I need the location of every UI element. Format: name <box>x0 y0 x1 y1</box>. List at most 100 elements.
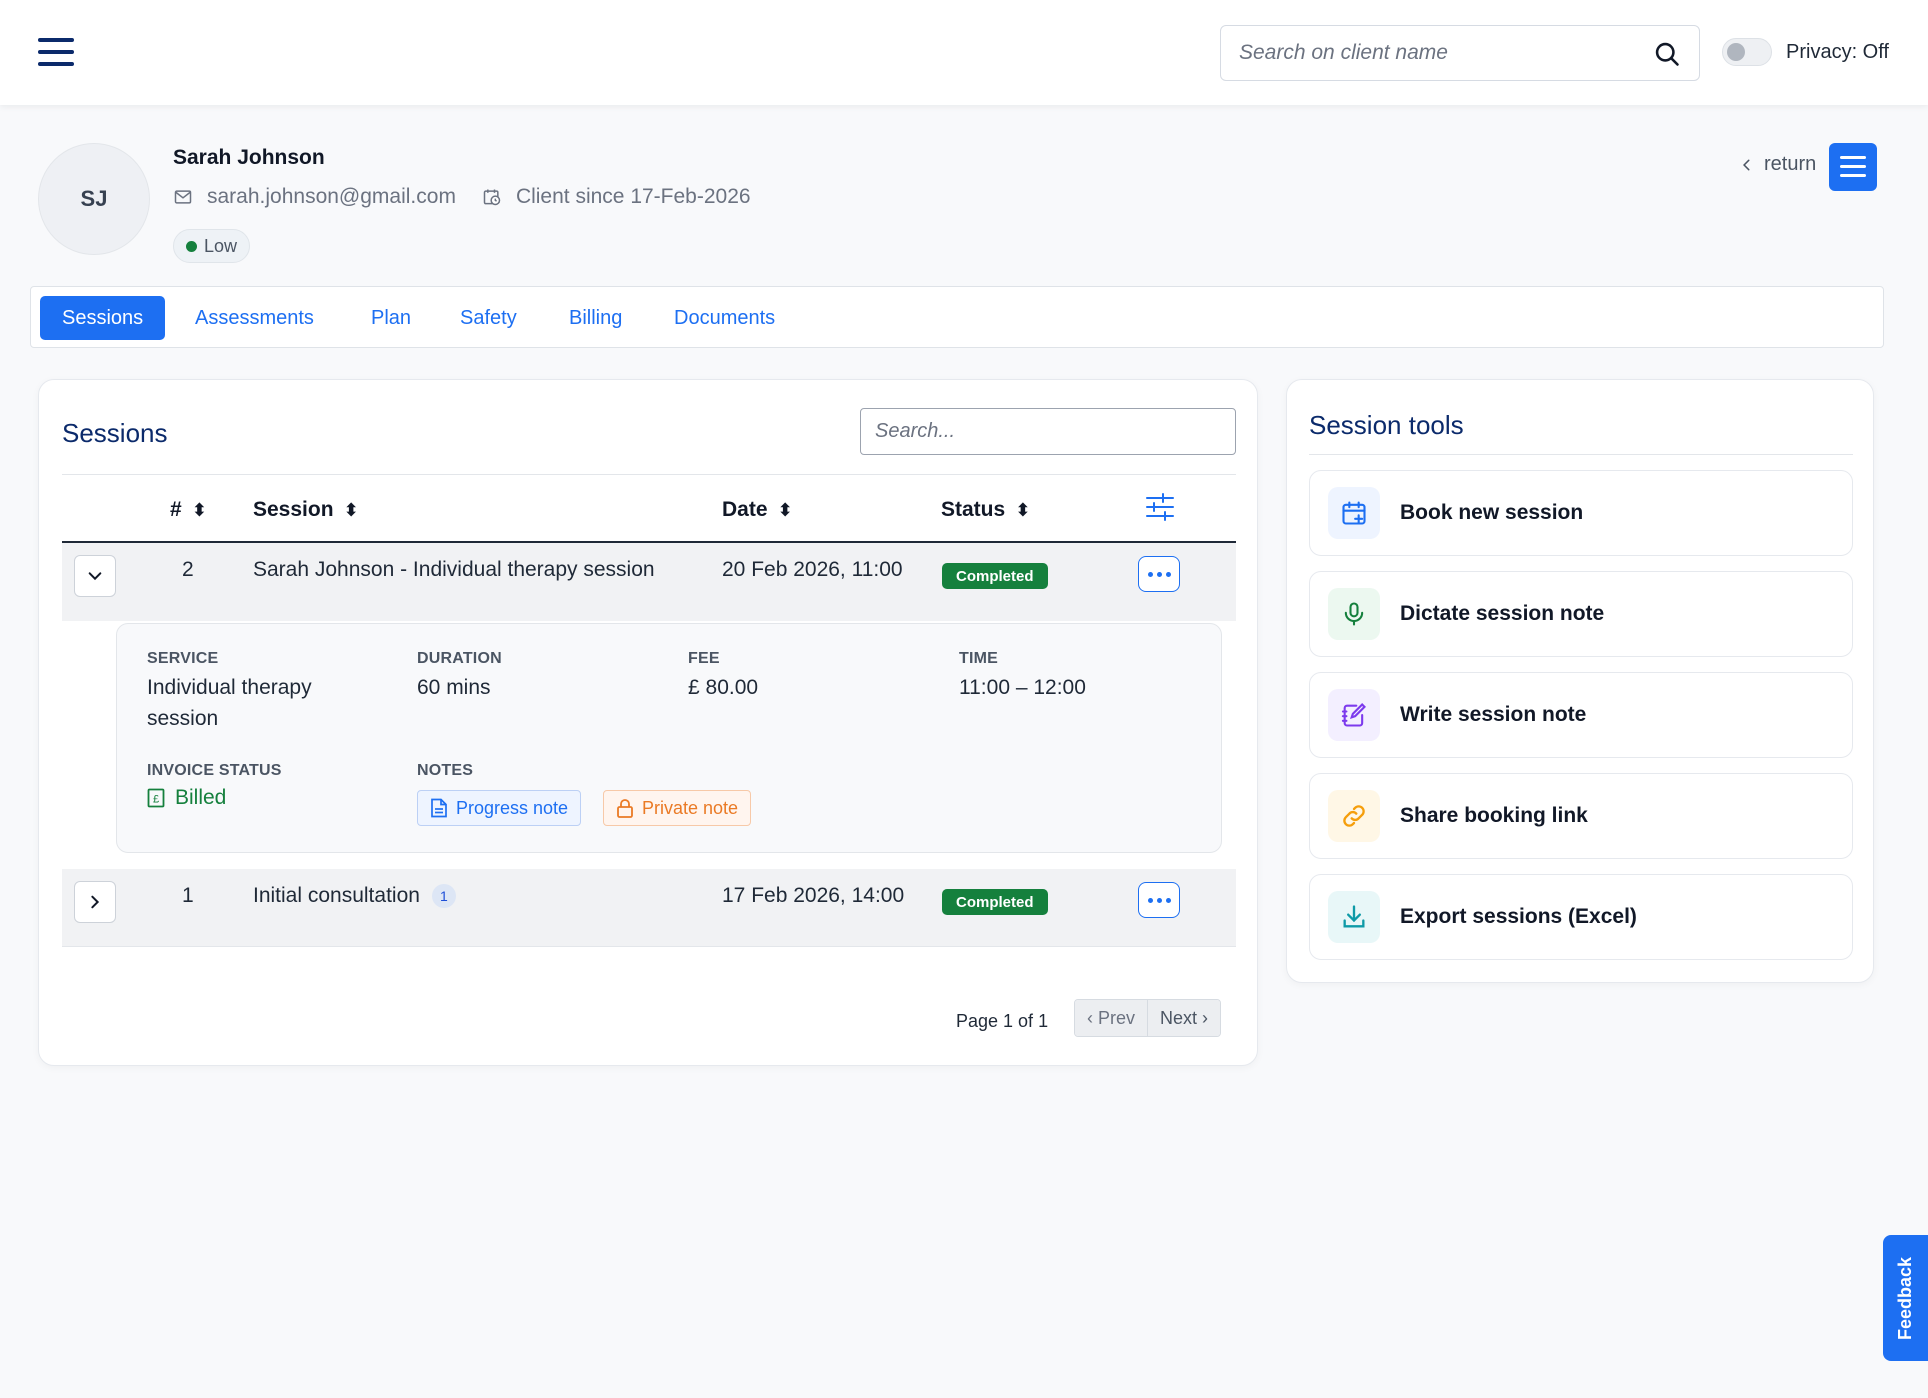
calendar-clock-icon <box>483 189 501 206</box>
sort-icon: ⬍ <box>191 499 207 520</box>
client-tabs: Sessions Assessments Plan Safety Billing… <box>30 286 1884 348</box>
sessions-title: Sessions <box>62 418 168 448</box>
sessions-search-box <box>860 408 1236 455</box>
tab-billing[interactable]: Billing <box>569 296 622 340</box>
invoice-status-value: Billed <box>175 786 227 809</box>
collapse-row-button[interactable] <box>74 555 116 597</box>
download-icon <box>1328 891 1380 943</box>
tool-label: Dictate session note <box>1400 602 1605 625</box>
table-row[interactable]: 2 Sarah Johnson - Individual therapy ses… <box>62 543 1236 621</box>
column-header-label: Status <box>941 498 1006 521</box>
session-number: 2 <box>182 558 194 581</box>
chevron-down-icon <box>88 572 102 581</box>
session-detail-panel: SERVICE Individual therapy session DURAT… <box>116 623 1222 853</box>
privacy-toggle[interactable] <box>1722 38 1772 66</box>
progress-note-label: Progress note <box>456 797 569 818</box>
hamburger-menu-icon[interactable] <box>38 38 74 66</box>
time-label: TIME <box>959 650 999 667</box>
status-badge: Completed <box>942 563 1048 589</box>
sessions-card: Sessions #⬍ Session⬍ Date⬍ Status⬍ 2 Sar… <box>38 379 1258 1066</box>
session-name-cell: Initial consultation 1 <box>253 884 456 909</box>
client-name: Sarah Johnson <box>173 146 325 169</box>
tool-label: Book new session <box>1400 501 1584 524</box>
tab-plan[interactable]: Plan <box>371 296 411 340</box>
pagination: ‹ Prev Next › <box>1074 999 1222 1037</box>
column-header-session[interactable]: Session ⬍ <box>253 498 359 522</box>
chevron-left-icon <box>1743 159 1750 170</box>
expand-row-button[interactable] <box>74 881 116 923</box>
notes-label: NOTES <box>417 762 474 779</box>
privacy-control: Privacy: Off <box>1722 38 1889 66</box>
top-bar: Privacy: Off <box>0 0 1928 105</box>
session-name: Sarah Johnson - Individual therapy sessi… <box>253 558 655 581</box>
privacy-label: Privacy: Off <box>1786 40 1889 63</box>
divider <box>1309 454 1853 455</box>
microphone-icon <box>1328 588 1380 640</box>
column-header-label: # <box>170 498 182 521</box>
risk-dot-icon <box>186 240 197 252</box>
return-link[interactable]: return <box>1740 153 1816 176</box>
column-settings-icon[interactable] <box>1145 492 1175 522</box>
invoice-status-label: INVOICE STATUS <box>147 762 282 779</box>
session-date: 17 Feb 2026, 14:00 <box>722 884 905 907</box>
write-session-note-button[interactable]: Write session note <box>1309 672 1853 758</box>
column-header-label: Date <box>722 498 768 521</box>
tab-documents[interactable]: Documents <box>674 296 775 340</box>
duration-value: 60 mins <box>417 676 491 699</box>
tab-assessments[interactable]: Assessments <box>195 296 314 340</box>
column-header-label: Session <box>253 498 334 521</box>
client-avatar: SJ <box>38 143 150 255</box>
next-page-button[interactable]: Next › <box>1147 1000 1221 1036</box>
chevron-right-icon <box>91 895 100 909</box>
prev-page-button[interactable]: ‹ Prev <box>1075 1000 1148 1036</box>
duration-label: DURATION <box>417 650 502 667</box>
status-badge: Completed <box>942 889 1048 915</box>
session-count-badge: 1 <box>431 884 456 909</box>
toggle-knob <box>1727 43 1745 61</box>
divider <box>62 474 1236 475</box>
column-header-number[interactable]: # ⬍ <box>170 498 207 522</box>
session-date: 20 Feb 2026, 11:00 <box>722 558 903 581</box>
session-tools-title: Session tools <box>1309 410 1464 440</box>
calendar-plus-icon <box>1328 487 1380 539</box>
client-email: sarah.johnson@gmail.com <box>207 185 456 208</box>
session-name: Initial consultation <box>253 884 420 907</box>
table-row[interactable]: 1 Initial consultation 1 17 Feb 2026, 14:… <box>62 869 1236 947</box>
receipt-icon: £ <box>147 788 165 808</box>
invoice-status: £ Billed <box>147 786 226 810</box>
sort-icon: ⬍ <box>343 499 359 520</box>
sessions-search-input[interactable] <box>875 409 1215 453</box>
client-search-input[interactable] <box>1239 26 1639 80</box>
row-actions-button[interactable] <box>1138 882 1180 918</box>
service-label: SERVICE <box>147 650 219 667</box>
fee-value: £ 80.00 <box>688 676 759 699</box>
edit-note-icon <box>1328 689 1380 741</box>
book-new-session-button[interactable]: Book new session <box>1309 470 1853 556</box>
export-sessions-button[interactable]: Export sessions (Excel) <box>1309 874 1853 960</box>
return-label: return <box>1764 153 1817 175</box>
link-icon <box>1328 790 1380 842</box>
svg-text:£: £ <box>153 794 159 806</box>
sort-icon: ⬍ <box>1015 499 1031 520</box>
column-header-status[interactable]: Status ⬍ <box>941 498 1030 522</box>
progress-note-button[interactable]: Progress note <box>417 790 582 826</box>
tab-safety[interactable]: Safety <box>460 296 517 340</box>
share-booking-link-button[interactable]: Share booking link <box>1309 773 1853 859</box>
page-indicator: Page 1 of 1 <box>956 1011 1049 1031</box>
column-header-date[interactable]: Date ⬍ <box>722 498 793 522</box>
session-tools-card: Session tools Book new session Dictate s… <box>1286 379 1874 983</box>
sort-icon: ⬍ <box>777 499 793 520</box>
tab-sessions[interactable]: Sessions <box>40 296 166 340</box>
feedback-label: Feedback <box>1895 1256 1916 1340</box>
dictate-session-note-button[interactable]: Dictate session note <box>1309 571 1853 657</box>
lock-icon <box>617 799 633 818</box>
risk-badge: Low <box>173 229 251 263</box>
row-actions-button[interactable] <box>1138 556 1180 592</box>
feedback-button[interactable]: Feedback <box>1883 1235 1928 1361</box>
client-menu-button[interactable] <box>1829 143 1877 191</box>
document-icon <box>431 798 447 818</box>
private-note-button[interactable]: Private note <box>603 790 752 826</box>
mail-icon <box>174 190 192 204</box>
search-icon[interactable] <box>1653 40 1681 68</box>
private-note-label: Private note <box>642 797 739 818</box>
